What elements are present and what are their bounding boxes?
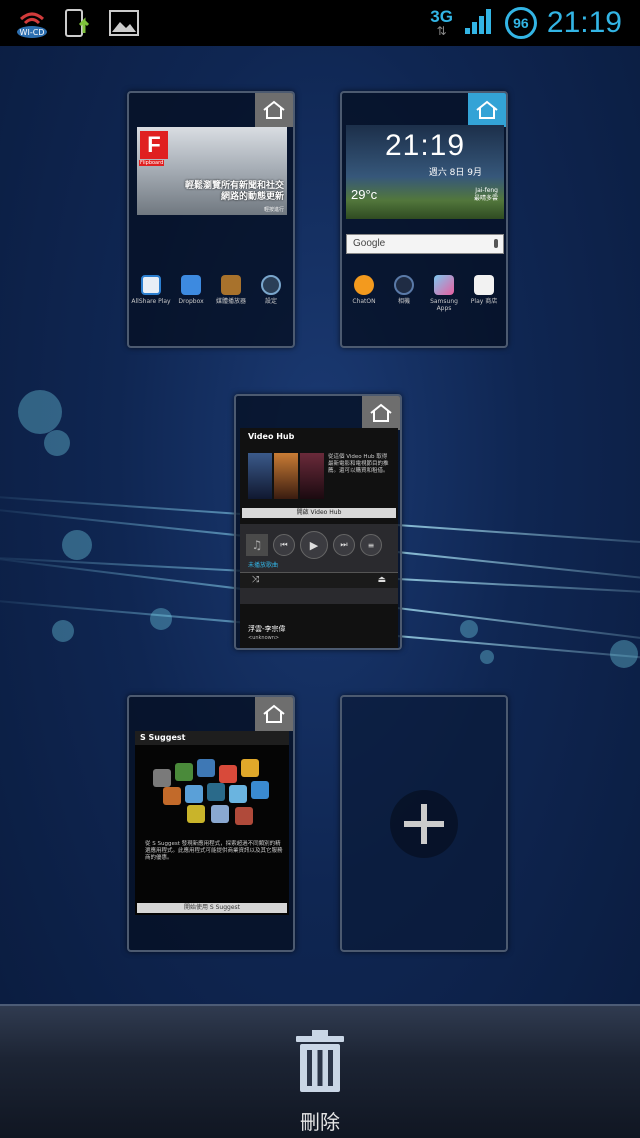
player-status: 未播放歌曲: [248, 562, 279, 569]
playlist-icon: ≡: [360, 534, 382, 556]
open-video-hub-button: 開啟 Video Hub: [242, 508, 396, 518]
app-dropbox: Dropbox: [171, 275, 211, 305]
video-hub-description: 從這個 Video Hub 取得最新電影和電視節目的推薦。還可以購買和租借。: [328, 454, 389, 474]
app-play-store: Play 商店: [464, 275, 504, 312]
home-icon: [370, 403, 392, 422]
app-samsung-apps: Samsung Apps: [424, 275, 464, 312]
set-default-home-button[interactable]: [255, 93, 293, 127]
phone-upload-icon: [60, 6, 96, 40]
delete-label: 刪除: [300, 1110, 340, 1134]
set-default-home-button[interactable]: [362, 396, 400, 430]
video-hub-title: Video Hub: [248, 432, 295, 441]
widget-clock: 21:19: [384, 129, 466, 162]
app-camera: 相機: [384, 275, 424, 312]
home-page-thumbnail-2[interactable]: 21:19 週六 8日 9月 29°c Jai-feng 最晴多雲 Google…: [340, 91, 508, 348]
flipboard-subtext: 輕按進行: [263, 207, 284, 213]
widget-location: Jai-feng 最晴多雲: [473, 187, 498, 202]
media-player-icon: [221, 275, 241, 295]
home-icon: [263, 100, 285, 119]
app-media-player: 媒體播放器: [211, 275, 251, 305]
app-allshare-play: AllShare Play: [131, 275, 171, 305]
s-suggest-title: S Suggest: [135, 731, 289, 745]
home-page-thumbnail-1[interactable]: F Flipboard 輕鬆瀏覽所有新聞和社交網路的動態更新 輕按進行 AllS…: [127, 91, 295, 348]
trash-icon: [290, 1026, 350, 1096]
mic-icon: [494, 239, 498, 248]
chaton-icon: [354, 275, 374, 295]
play-icon: ▶: [300, 531, 328, 559]
flipboard-widget: F Flipboard 輕鬆瀏覽所有新聞和社交網路的動態更新 輕按進行: [137, 127, 287, 215]
app-settings: 設定: [251, 275, 291, 305]
next-icon: ⏭: [333, 534, 355, 556]
network-type-indicator: 3G ⇅: [430, 7, 453, 38]
set-default-home-button[interactable]: [255, 697, 293, 731]
allshare-icon: [141, 275, 161, 295]
shuffle-icon: ⤨: [252, 575, 260, 585]
widget-temperature: 29°c: [351, 187, 378, 202]
home-icon: [263, 704, 285, 723]
flipboard-brand: Flipboard: [139, 160, 165, 166]
app-chaton: ChatON: [344, 275, 384, 312]
samsung-apps-icon: [434, 275, 454, 295]
dropbox-icon: [181, 275, 201, 295]
music-note-icon: ♫: [246, 534, 268, 556]
add-page-card[interactable]: [340, 695, 508, 952]
home-page-thumbnail-3[interactable]: Video Hub 從這個 Video Hub 取得最新電影和電視節目的推薦。還…: [234, 394, 402, 650]
settings-icon: [261, 275, 281, 295]
app-row: AllShare Play Dropbox 媒體播放器 設定: [131, 275, 291, 305]
google-search-bar: Google: [346, 234, 504, 254]
s-suggest-description: 從 S Suggest 發現新應用程式，探索超過不同類別的精選應用程式。此應用程…: [145, 841, 283, 861]
flipboard-logo-icon: F: [140, 131, 168, 159]
battery-indicator: 96: [504, 7, 537, 39]
svg-text:WI-CD: WI-CD: [20, 28, 45, 37]
default-home-button[interactable]: [468, 93, 506, 127]
s-suggest-widget: S Suggest 從 S Suggest 發現新應用程式，探索超過不同類別的精…: [135, 731, 289, 915]
add-page-button[interactable]: [390, 789, 458, 858]
image-icon: [106, 6, 142, 40]
app-icon-cluster: [151, 759, 271, 829]
start-s-suggest-button: 開始使用 S Suggest: [137, 903, 287, 913]
signal-icon: [463, 6, 495, 40]
home-icon: [476, 100, 498, 119]
status-bar: WI-CD 3G ⇅ 96 21:19: [0, 0, 640, 46]
music-player-widget: ♫ ⏮ ▶ ⏭ ≡ 未播放歌曲 ⤨ ⏏: [240, 524, 398, 604]
status-clock: 21:19: [546, 6, 622, 39]
previous-icon: ⏮: [273, 534, 295, 556]
plus-icon: [404, 803, 444, 844]
eject-icon: ⏏: [377, 575, 386, 585]
video-posters: [248, 453, 324, 499]
widget-date: 週六 8日 9月: [428, 168, 482, 178]
weather-clock-widget: 21:19 週六 8日 9月 29°c Jai-feng 最晴多雲: [346, 125, 504, 219]
delete-drop-zone[interactable]: 刪除: [0, 1004, 640, 1138]
app-row: ChatON 相機 Samsung Apps Play 商店: [344, 275, 504, 312]
song-artist: <unknown>: [248, 635, 280, 641]
wifi-cd-icon: WI-CD: [14, 6, 50, 40]
camera-icon: [394, 275, 414, 295]
song-title: 浮雲-李宗偉: [248, 625, 286, 633]
play-store-icon: [474, 275, 494, 295]
home-page-thumbnail-4[interactable]: S Suggest 從 S Suggest 發現新應用程式，探索超過不同類別的精…: [127, 695, 295, 952]
video-hub-widget: Video Hub 從這個 Video Hub 取得最新電影和電視節目的推薦。還…: [240, 428, 398, 648]
flipboard-headline: 輕鬆瀏覽所有新聞和社交網路的動態更新: [184, 181, 284, 202]
